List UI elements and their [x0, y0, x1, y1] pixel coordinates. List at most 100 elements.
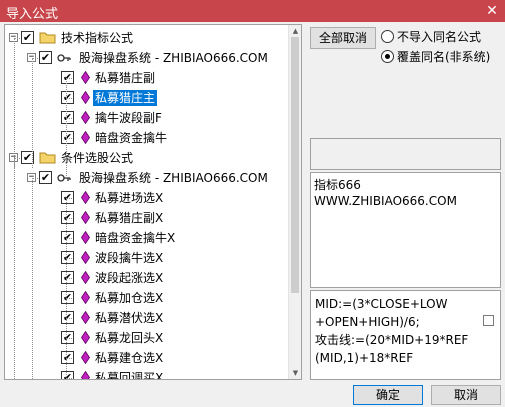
formula-row[interactable]: ✔ 私募猎庄副	[5, 68, 289, 88]
tree-connector	[32, 178, 33, 379]
tree-connector	[66, 318, 72, 319]
tree-connector	[32, 58, 38, 59]
item-checkbox[interactable]: ✔	[39, 51, 52, 64]
item-checkbox[interactable]: ✔	[21, 31, 34, 44]
formula-diamond-icon	[81, 70, 90, 85]
formula-row[interactable]: ✔ 波段起涨选X	[5, 268, 289, 288]
formula-diamond-icon	[81, 250, 90, 265]
formula-row[interactable]: ✔ 私募建仓选X	[5, 348, 289, 368]
tree-item-label[interactable]: 股海操盘系统 - ZHIBIAO666.COM	[77, 170, 270, 186]
category-row[interactable]: − ✔ 条件选股公式	[5, 148, 289, 168]
description-line-2: WWW.ZHIBIAO666.COM	[314, 194, 457, 208]
tree-item-label[interactable]: 私募猎庄主	[93, 90, 158, 106]
folder-icon	[39, 151, 56, 164]
info-strip	[310, 138, 501, 170]
tree-connector	[66, 138, 72, 139]
radio-no-import-label[interactable]: 不导入同名公式	[397, 28, 481, 45]
formula-row[interactable]: ✔ 私募潜伏选X	[5, 308, 289, 328]
tree-connector	[14, 158, 20, 159]
tree-item-label[interactable]: 私募回调买X	[93, 370, 165, 379]
formula-checkbox[interactable]	[483, 315, 494, 326]
formula-diamond-icon	[81, 130, 90, 145]
tree-connector	[66, 78, 72, 79]
formula-diamond-icon	[81, 110, 90, 125]
tree-connector	[66, 338, 72, 339]
formula-row[interactable]: ✔ 私募加仓选X	[5, 288, 289, 308]
tree-connector	[66, 358, 72, 359]
key-icon	[57, 52, 71, 64]
title-bar: 导入公式 ✕	[0, 0, 505, 22]
formula-diamond-icon	[81, 290, 90, 305]
formula-diamond-icon	[81, 190, 90, 205]
tree-connector	[14, 158, 15, 379]
close-icon[interactable]: ✕	[479, 0, 505, 22]
scroll-up-icon[interactable]: ▲	[289, 25, 301, 37]
folder-icon	[39, 31, 56, 44]
cancel-all-button[interactable]: 全部取消	[310, 27, 376, 49]
tree-item-label[interactable]: 技术指标公式	[59, 30, 135, 46]
formula-row[interactable]: ✔ 擒牛波段副F	[5, 108, 289, 128]
system-row[interactable]: − ✔ 股海操盘系统 - ZHIBIAO666.COM	[5, 48, 289, 68]
formula-text: MID:=(3*CLOSE+LOW +OPEN+HIGH)/6; 攻击线:=(2…	[315, 297, 469, 365]
tree-connector	[66, 118, 72, 119]
tree-item-label[interactable]: 私募龙回头X	[93, 330, 165, 346]
scroll-down-icon[interactable]: ▼	[289, 367, 301, 379]
formula-row[interactable]: ✔ 暗盘资金擒牛X	[5, 228, 289, 248]
tree-connector	[66, 218, 72, 219]
tree-connector	[32, 58, 33, 168]
tree-item-label[interactable]: 暗盘资金擒牛X	[93, 230, 177, 246]
formula-row[interactable]: ✔ 波段擒牛选X	[5, 248, 289, 268]
formula-diamond-icon	[81, 350, 90, 365]
tree-item-label[interactable]: 波段擒牛选X	[93, 250, 165, 266]
tree-connector	[66, 98, 72, 99]
tree-item-label[interactable]: 私募加仓选X	[93, 290, 165, 306]
formula-diamond-icon	[81, 90, 90, 105]
tree-connector	[32, 178, 38, 179]
formula-row[interactable]: ✔ 私募进场选X	[5, 188, 289, 208]
tree-item-label[interactable]: 私募猎庄副	[93, 70, 157, 86]
tree-item-label[interactable]: 波段起涨选X	[93, 270, 165, 286]
tree-connector	[66, 298, 72, 299]
tree-item-label[interactable]: 私募猎庄副X	[93, 210, 165, 226]
formula-diamond-icon	[81, 370, 90, 379]
tree-connector	[66, 258, 72, 259]
formula-diamond-icon	[81, 210, 90, 225]
tree-connector	[66, 278, 72, 279]
radio-overwrite-label[interactable]: 覆盖同名(非系统)	[397, 48, 490, 65]
tree-item-label[interactable]: 私募建仓选X	[93, 350, 165, 366]
formula-row[interactable]: ✔ 私募龙回头X	[5, 328, 289, 348]
tree-connector	[66, 198, 67, 379]
tree-item-label[interactable]: 擒牛波段副F	[93, 110, 164, 126]
tree-item-label[interactable]: 私募进场选X	[93, 190, 165, 206]
scrollbar-thumb[interactable]	[291, 37, 299, 293]
radio-no-import[interactable]	[381, 30, 394, 43]
formula-row[interactable]: ✔ 暗盘资金擒牛	[5, 128, 289, 148]
tree-item-label[interactable]: 股海操盘系统 - ZHIBIAO666.COM	[77, 50, 270, 66]
key-icon	[57, 172, 71, 184]
formula-tree[interactable]: − ✔ 技术指标公式 − ✔ 股海操盘系统 - ZHIBIAO666.COM ✔ 私募猎庄副 ✔…	[4, 24, 302, 380]
tree-item-label[interactable]: 私募潜伏选X	[93, 310, 165, 326]
tree-connector	[66, 238, 72, 239]
tree-item-label[interactable]: 条件选股公式	[59, 150, 135, 166]
tree-connector	[66, 378, 72, 379]
formula-description: 指标666 WWW.ZHIBIAO666.COM	[310, 172, 501, 288]
item-checkbox[interactable]: ✔	[39, 171, 52, 184]
description-line-1: 指标666	[314, 178, 361, 192]
ok-button[interactable]: 确定	[353, 385, 423, 405]
formula-row[interactable]: ✔ 私募回调买X	[5, 368, 289, 379]
category-row[interactable]: − ✔ 技术指标公式	[5, 28, 289, 48]
radio-overwrite[interactable]	[381, 50, 394, 63]
formula-source: MID:=(3*CLOSE+LOW +OPEN+HIGH)/6; 攻击线:=(2…	[310, 290, 501, 380]
tree-item-label[interactable]: 暗盘资金擒牛	[93, 130, 169, 146]
system-row[interactable]: − ✔ 股海操盘系统 - ZHIBIAO666.COM	[5, 168, 289, 188]
formula-row[interactable]: ✔ 私募猎庄主	[5, 88, 289, 108]
tree-content: − ✔ 技术指标公式 − ✔ 股海操盘系统 - ZHIBIAO666.COM ✔ 私募猎庄副 ✔…	[5, 25, 289, 379]
tree-scrollbar[interactable]: ▲ ▼	[288, 25, 301, 379]
formula-diamond-icon	[81, 230, 90, 245]
formula-row[interactable]: ✔ 私募猎庄副X	[5, 208, 289, 228]
cancel-button[interactable]: 取消	[431, 385, 501, 405]
window-title: 导入公式	[6, 7, 59, 22]
formula-diamond-icon	[81, 330, 90, 345]
tree-connector	[66, 198, 72, 199]
tree-connector	[66, 78, 67, 178]
